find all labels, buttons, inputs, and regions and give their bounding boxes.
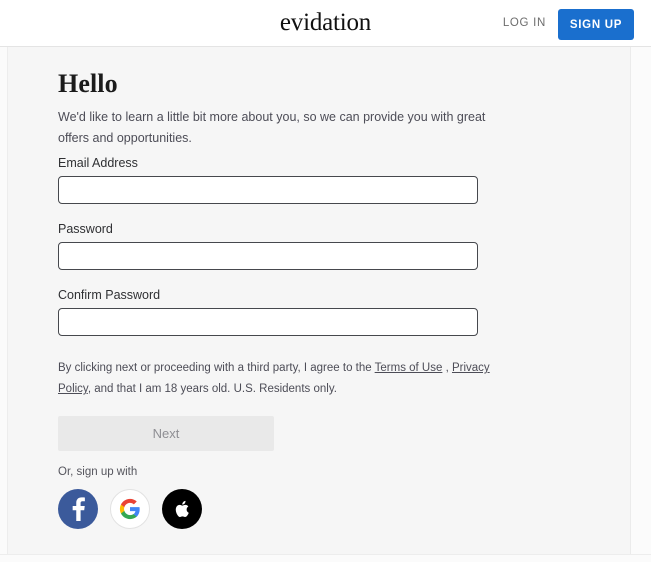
legal-text-part1: By clicking next or proceeding with a th…: [58, 362, 375, 374]
legal-disclaimer: By clicking next or proceeding with a th…: [58, 358, 498, 400]
confirm-password-input[interactable]: [58, 308, 478, 336]
email-label: Email Address: [58, 156, 138, 170]
email-input[interactable]: [58, 176, 478, 204]
google-icon: [110, 489, 150, 529]
confirm-password-label: Confirm Password: [58, 288, 161, 302]
social-login-row: [58, 489, 202, 529]
apple-icon: [162, 489, 202, 529]
page-subtext: We'd like to learn a little bit more abo…: [58, 110, 486, 145]
sign-up-button[interactable]: SIGN UP: [558, 9, 634, 40]
page-title: Hello: [58, 69, 118, 98]
page-right-margin: [631, 47, 651, 562]
log-in-link[interactable]: LOG IN: [503, 17, 546, 29]
password-input[interactable]: [58, 242, 478, 270]
password-label: Password: [58, 222, 113, 236]
signup-page: evidation LOG IN SIGN UP Hello We'd like…: [0, 0, 651, 562]
google-signup-button[interactable]: [110, 489, 150, 529]
facebook-icon: [58, 489, 98, 529]
content-pane: Hello We'd like to learn a little bit mo…: [7, 47, 631, 554]
apple-signup-button[interactable]: [162, 489, 202, 529]
facebook-signup-button[interactable]: [58, 489, 98, 529]
site-header: evidation LOG IN SIGN UP: [0, 0, 651, 47]
terms-of-use-link[interactable]: Terms of Use: [375, 362, 443, 374]
evidation-logo: evidation: [279, 9, 372, 36]
page-bottom-margin: [0, 554, 651, 562]
next-button[interactable]: Next: [58, 416, 274, 451]
or-sign-up-with-label: Or, sign up with: [58, 466, 138, 478]
legal-text-part3: , and that I am 18 years old. U.S. Resid…: [87, 383, 337, 395]
legal-text-part2: ,: [442, 362, 452, 374]
page-left-margin: [0, 47, 7, 562]
